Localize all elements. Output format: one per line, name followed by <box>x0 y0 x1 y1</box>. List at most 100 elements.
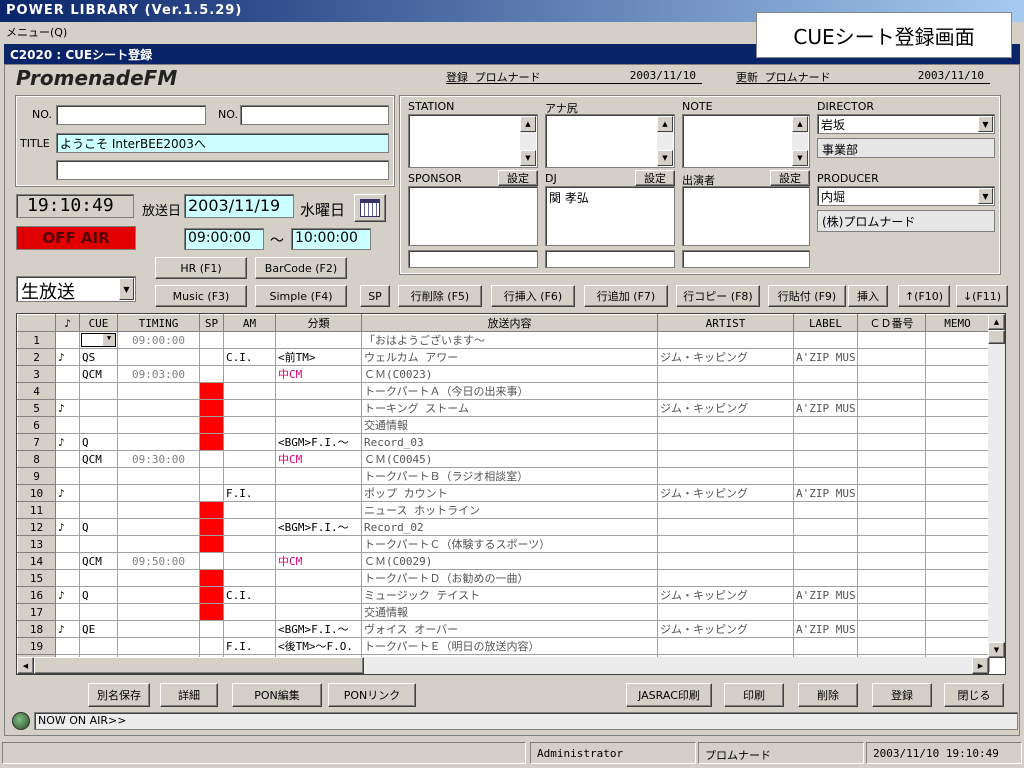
cell-sp[interactable] <box>199 501 224 519</box>
cell-artist[interactable] <box>657 467 794 485</box>
cell-sp[interactable] <box>199 382 224 400</box>
cell-sp[interactable] <box>199 433 224 451</box>
cell-cd-number[interactable] <box>857 348 926 366</box>
cell-cd-number[interactable] <box>857 433 926 451</box>
cell-note[interactable] <box>55 535 80 553</box>
table-row[interactable]: 3 QCM 09:03:00 中CM ＣＭ(C0023) <box>17 365 990 383</box>
cell-sp[interactable] <box>199 603 224 621</box>
cell-memo[interactable] <box>925 399 990 417</box>
cell-memo[interactable] <box>925 467 990 485</box>
cell-am[interactable]: F.I. <box>223 484 276 502</box>
cell-am[interactable] <box>223 365 276 383</box>
delete-button[interactable]: 削除 <box>798 683 858 707</box>
cell-artist[interactable] <box>657 535 794 553</box>
title-field[interactable]: ようこそ InterBEE2003へ <box>56 133 389 153</box>
scrollbar[interactable]: ▲ ▼ <box>520 116 536 166</box>
cell-memo[interactable] <box>925 433 990 451</box>
cell-memo[interactable] <box>925 331 990 349</box>
performer-extra-field[interactable] <box>682 250 810 268</box>
cell-artist[interactable]: ジム・キッピング <box>657 348 794 366</box>
cell-category[interactable]: <BGM>F.I.～ <box>275 518 362 536</box>
cell-cd-number[interactable] <box>857 467 926 485</box>
cell-timing[interactable] <box>117 399 200 417</box>
cell-category[interactable] <box>275 467 362 485</box>
broadcast-mode-select[interactable]: 生放送 ▼ <box>16 276 136 302</box>
cell-timing[interactable] <box>117 382 200 400</box>
cell-content[interactable]: Record_02 <box>361 518 658 536</box>
scroll-thumb[interactable] <box>34 657 364 674</box>
cell-sp[interactable] <box>199 399 224 417</box>
cell-am[interactable] <box>223 552 276 570</box>
cell-cd-number[interactable] <box>857 399 926 417</box>
cell-note[interactable]: ♪ <box>55 620 80 638</box>
cell-timing[interactable] <box>117 416 200 434</box>
cell-note[interactable] <box>55 552 80 570</box>
cell-sp[interactable] <box>199 416 224 434</box>
cell-category[interactable]: 中CM <box>275 450 362 468</box>
dj-set-button[interactable]: 設定 <box>635 170 675 186</box>
cell-am[interactable] <box>223 620 276 638</box>
cell-label[interactable] <box>793 637 858 655</box>
column-header-category[interactable]: 分類 <box>275 314 362 332</box>
column-header-timing[interactable]: TIMING <box>117 314 200 332</box>
cell-category[interactable]: 中CM <box>275 365 362 383</box>
cell-label[interactable] <box>793 467 858 485</box>
cell-corner[interactable]: 1 <box>17 331 56 349</box>
column-header-content[interactable]: 放送内容 <box>361 314 658 332</box>
cell-corner[interactable]: 18 <box>17 620 56 638</box>
delete-row-button[interactable]: 行削除 (F5) <box>398 285 482 307</box>
cell-content[interactable]: トークパートＡ（今日の出来事） <box>361 382 658 400</box>
cell-content[interactable]: ヴォイス オーバー <box>361 620 658 638</box>
sponsor-set-button[interactable]: 設定 <box>498 170 538 186</box>
cue-dropdown[interactable]: ▼ <box>81 333 116 347</box>
cell-label[interactable]: A'ZIP MUS <box>793 586 858 604</box>
cell-artist[interactable] <box>657 450 794 468</box>
cell-category[interactable] <box>275 501 362 519</box>
cell-sp[interactable] <box>199 620 224 638</box>
cell-note[interactable]: ♪ <box>55 586 80 604</box>
cell-timing[interactable]: 09:03:00 <box>117 365 200 383</box>
cell-content[interactable]: ウェルカム アワー <box>361 348 658 366</box>
cell-corner[interactable]: 14 <box>17 552 56 570</box>
cell-category[interactable] <box>275 484 362 502</box>
cell-corner[interactable]: 7 <box>17 433 56 451</box>
cell-note[interactable] <box>55 416 80 434</box>
scrollbar[interactable]: ▲ ▼ <box>792 116 808 166</box>
cell-cue[interactable] <box>79 501 118 519</box>
cell-cue[interactable] <box>79 467 118 485</box>
cell-content[interactable]: ポップ カウント <box>361 484 658 502</box>
cell-corner[interactable]: 3 <box>17 365 56 383</box>
cell-cd-number[interactable] <box>857 620 926 638</box>
cell-note[interactable] <box>55 467 80 485</box>
cell-category[interactable] <box>275 416 362 434</box>
cell-corner[interactable]: 4 <box>17 382 56 400</box>
cell-am[interactable] <box>223 382 276 400</box>
cell-label[interactable] <box>793 569 858 587</box>
cell-category[interactable] <box>275 331 362 349</box>
cell-category[interactable]: <BGM>F.I.～ <box>275 620 362 638</box>
table-row[interactable]: 16 ♪ Q C.I. ミュージック テイスト ジム・キッピング A'ZIP MUS <box>17 586 990 604</box>
column-header-am[interactable]: AM <box>223 314 276 332</box>
cell-artist[interactable] <box>657 365 794 383</box>
move-down-button[interactable]: ↓(F11) <box>956 285 1008 307</box>
start-time-field[interactable]: 09:00:00 <box>184 228 264 250</box>
cell-note[interactable] <box>55 365 80 383</box>
cell-note[interactable] <box>55 450 80 468</box>
cell-cue[interactable] <box>79 416 118 434</box>
cell-memo[interactable] <box>925 535 990 553</box>
cell-memo[interactable] <box>925 569 990 587</box>
performer-set-button[interactable]: 設定 <box>770 170 810 186</box>
cell-artist[interactable] <box>657 331 794 349</box>
table-row[interactable]: 1 ▼ 09:00:00 「おはようございます～ <box>17 331 990 349</box>
cell-category[interactable]: 中CM <box>275 552 362 570</box>
cell-timing[interactable]: 09:50:00 <box>117 552 200 570</box>
scrollbar[interactable]: ▲ ▼ <box>657 116 673 166</box>
cell-timing[interactable] <box>117 467 200 485</box>
cell-cd-number[interactable] <box>857 450 926 468</box>
print-button[interactable]: 印刷 <box>724 683 784 707</box>
cell-content[interactable]: トークパートＢ（ラジオ相談室） <box>361 467 658 485</box>
cell-content[interactable]: 交通情報 <box>361 416 658 434</box>
copy-row-button[interactable]: 行コピー (F8) <box>676 285 760 307</box>
cell-cue[interactable]: QS <box>79 348 118 366</box>
cell-am[interactable] <box>223 331 276 349</box>
